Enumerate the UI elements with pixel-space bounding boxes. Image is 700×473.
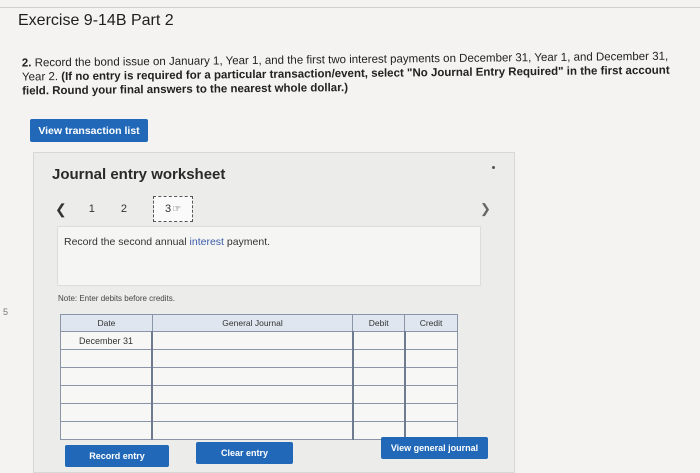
instruction-suffix: payment. bbox=[223, 236, 271, 248]
date-cell[interactable]: December 31 bbox=[60, 331, 153, 350]
account-cell[interactable] bbox=[151, 385, 354, 404]
question-number: 2. bbox=[21, 57, 32, 70]
record-entry-button[interactable]: Record entry bbox=[65, 445, 169, 467]
top-rule bbox=[0, 0, 700, 8]
date-cell[interactable] bbox=[60, 385, 153, 404]
side-number: 5 bbox=[3, 307, 9, 317]
page-3-label: 3 bbox=[164, 203, 172, 215]
header-credit: Credit bbox=[404, 314, 458, 332]
table-row bbox=[60, 367, 458, 386]
table-header-row: Date General Journal Debit Credit bbox=[60, 314, 458, 332]
account-cell[interactable] bbox=[151, 349, 354, 368]
clear-entry-button[interactable]: Clear entry bbox=[196, 442, 293, 464]
header-general-journal: General Journal bbox=[151, 314, 354, 332]
header-date: Date bbox=[60, 314, 153, 332]
account-cell[interactable] bbox=[151, 421, 354, 440]
credit-cell[interactable] bbox=[403, 403, 458, 422]
debit-cell[interactable] bbox=[351, 403, 406, 422]
exercise-title: Exercise 9-14B Part 2 bbox=[18, 12, 174, 29]
page-1[interactable]: 1 bbox=[89, 203, 95, 215]
debit-cell[interactable] bbox=[351, 349, 406, 368]
hand-cursor-icon: ☞ bbox=[172, 203, 182, 215]
credit-cell[interactable] bbox=[403, 331, 458, 350]
journal-table: Date General Journal Debit Credit Decemb… bbox=[60, 314, 458, 440]
chevron-left-icon[interactable]: ❮ bbox=[55, 201, 67, 218]
instruction-prefix: Record the second annual bbox=[64, 236, 190, 248]
instructions-bold: (If no entry is required for a particula… bbox=[22, 64, 670, 98]
table-row bbox=[60, 385, 458, 404]
date-cell[interactable] bbox=[60, 421, 153, 440]
debit-cell[interactable] bbox=[351, 331, 406, 350]
date-cell[interactable] bbox=[60, 349, 153, 368]
date-cell[interactable] bbox=[60, 403, 153, 422]
account-cell[interactable] bbox=[151, 403, 354, 422]
table-row bbox=[60, 349, 458, 368]
instruction-box bbox=[57, 226, 481, 286]
account-cell[interactable] bbox=[151, 367, 354, 386]
instruction-highlight: interest bbox=[189, 236, 224, 248]
page-2[interactable]: 2 bbox=[121, 203, 127, 215]
debit-cell[interactable] bbox=[351, 385, 406, 404]
debit-cell[interactable] bbox=[351, 367, 406, 386]
instruction-text: Record the second annual interest paymen… bbox=[64, 236, 270, 248]
table-row bbox=[60, 403, 458, 422]
credit-cell[interactable] bbox=[403, 367, 458, 386]
chevron-right-icon[interactable]: ❯ bbox=[480, 201, 491, 217]
view-general-journal-button[interactable]: View general journal bbox=[381, 437, 488, 459]
header-debit: Debit bbox=[352, 314, 406, 332]
view-transaction-list-button[interactable]: View transaction list bbox=[30, 119, 148, 142]
dot-marker bbox=[492, 166, 495, 169]
worksheet-pager: ❮ 1 2 3 ☞ bbox=[55, 196, 193, 222]
page: Exercise 9-14B Part 2 2. Record the bond… bbox=[0, 0, 700, 473]
table-row: December 31 bbox=[60, 331, 458, 350]
worksheet-title: Journal entry worksheet bbox=[52, 166, 226, 183]
date-cell[interactable] bbox=[60, 367, 153, 386]
credit-cell[interactable] bbox=[403, 385, 458, 404]
page-3-active[interactable]: 3 ☞ bbox=[152, 196, 193, 222]
instructions: 2. Record the bond issue on January 1, Y… bbox=[22, 50, 682, 99]
account-cell[interactable] bbox=[151, 331, 354, 350]
note-text: Note: Enter debits before credits. bbox=[58, 294, 175, 303]
credit-cell[interactable] bbox=[403, 349, 458, 368]
